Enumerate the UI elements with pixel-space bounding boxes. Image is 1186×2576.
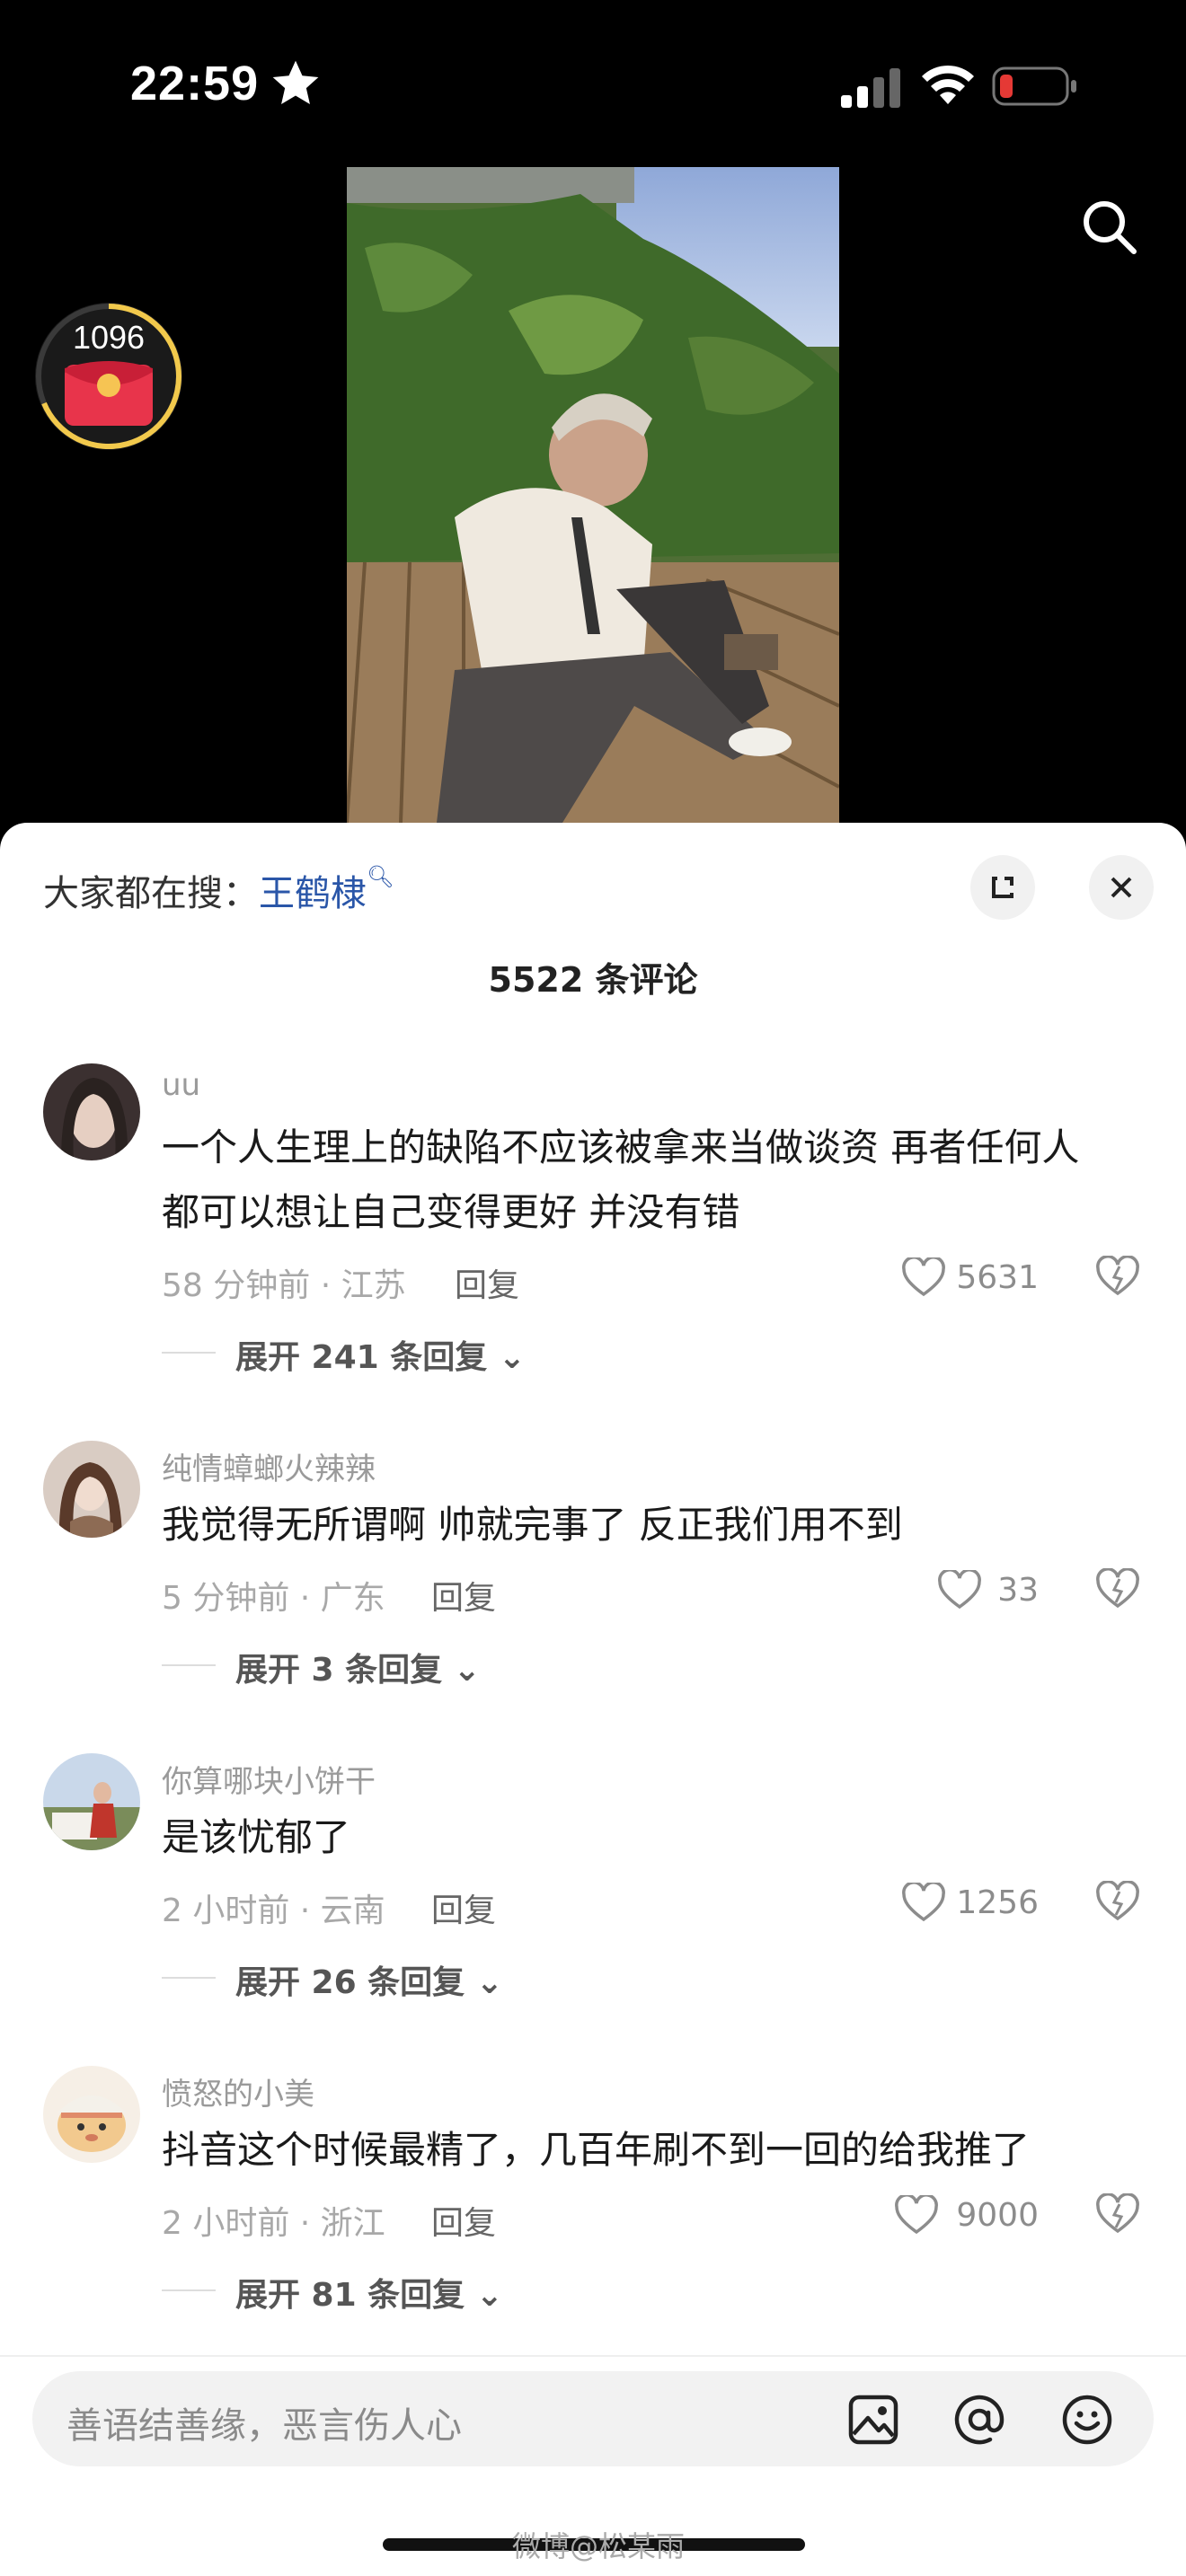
hot-search-keyword[interactable]: 王鹤棣	[259, 873, 367, 914]
like-count: 9000	[956, 2197, 1039, 2234]
status-time: 22:59	[130, 57, 260, 110]
expand-replies-label: 展开 81 条回复	[235, 2277, 465, 2314]
video-frame[interactable]	[347, 167, 839, 823]
watermark: 微博@松某雨	[512, 2529, 686, 2563]
comment-username[interactable]: 你算哪块小饼干	[162, 1757, 376, 1801]
expand-replies[interactable]: 展开 81 条回复 ⌄	[235, 2269, 503, 2316]
avatar[interactable]	[43, 1753, 140, 1850]
expand-replies[interactable]: 展开 26 条回复 ⌄	[235, 1956, 503, 2003]
comment-text: 一个人生理上的缺陷不应该被拿来当做谈资 再者任何人	[162, 1125, 1080, 1169]
comment-text: 是该忧郁了	[162, 1815, 351, 1859]
wifi-icon	[922, 65, 974, 104]
expand-replies-label: 展开 3 条回复	[235, 1652, 443, 1689]
chevron-down-icon: ⌄	[465, 2277, 503, 2314]
search-mini-icon: 🔍︎	[367, 864, 394, 889]
expand-line	[162, 1664, 216, 1666]
avatar[interactable]	[43, 2066, 140, 2163]
chevron-down-icon: ⌄	[465, 1964, 503, 2001]
like-count: 5631	[956, 1259, 1039, 1296]
close-icon	[1111, 877, 1132, 898]
close-button[interactable]	[1089, 855, 1154, 920]
hot-search[interactable]: 大家都在搜：王鹤棣🔍︎	[43, 864, 394, 916]
image-icon[interactable]	[846, 2393, 900, 2447]
comment-input-placeholder: 善语结善缘，恶言伤人心	[66, 2405, 462, 2447]
emoji-icon[interactable]	[1060, 2393, 1114, 2447]
dislike-icon[interactable]	[1096, 1256, 1139, 1297]
comment-meta: 58 分钟前 · 江苏	[162, 1267, 406, 1304]
reply-button[interactable]: 回复	[431, 1572, 496, 1619]
dislike-icon[interactable]	[1096, 1568, 1139, 1610]
chevron-down-icon: ⌄	[442, 1652, 481, 1689]
expand-button[interactable]	[970, 855, 1035, 920]
avatar[interactable]	[43, 1063, 140, 1160]
reward-count: 1096	[72, 319, 146, 356]
comment-meta: 2 小时前 · 浙江	[162, 2205, 385, 2242]
signal-icon	[841, 68, 900, 108]
input-divider	[0, 2355, 1186, 2357]
like-count: 1256	[956, 1884, 1039, 1921]
search-icon[interactable]	[1078, 196, 1139, 257]
expand-replies-label: 展开 26 条回复	[235, 1964, 465, 2001]
avatar[interactable]	[43, 1441, 140, 1538]
expand-icon	[992, 877, 1013, 898]
comment-meta: 5 分钟前 · 广东	[162, 1580, 385, 1617]
comment-text: 我觉得无所谓啊 帅就完事了 反正我们用不到	[162, 1503, 903, 1547]
comment-username[interactable]: 纯情蟑螂火辣辣	[162, 1444, 376, 1488]
comment-count-title: 5522 条评论	[488, 960, 698, 1000]
expand-line	[162, 1352, 216, 1354]
expand-replies[interactable]: 展开 3 条回复 ⌄	[235, 1644, 481, 1690]
hot-search-prefix: 大家都在搜：	[43, 873, 259, 914]
star-icon	[272, 60, 319, 104]
expand-replies-label: 展开 241 条回复	[235, 1339, 488, 1376]
comment-text-line2: 都可以想让自己变得更好 并没有错	[162, 1190, 740, 1234]
reply-button[interactable]: 回复	[431, 1884, 496, 1931]
comment-username[interactable]: 愤怒的小美	[162, 2069, 314, 2113]
expand-replies[interactable]: 展开 241 条回复 ⌄	[235, 1331, 526, 1378]
expand-line	[162, 1977, 216, 1979]
dislike-icon[interactable]	[1096, 2193, 1139, 2235]
chevron-down-icon: ⌄	[487, 1339, 526, 1376]
comment-text: 抖音这个时候最精了，几百年刷不到一回的给我推了	[162, 2128, 1031, 2172]
reply-button[interactable]: 回复	[455, 1259, 519, 1306]
like-count: 33	[997, 1572, 1039, 1609]
dislike-icon[interactable]	[1096, 1881, 1139, 1922]
video-image	[347, 167, 839, 823]
reply-button[interactable]: 回复	[431, 2197, 496, 2244]
comment-username[interactable]: uu	[162, 1067, 200, 1103]
mention-icon[interactable]	[952, 2393, 1006, 2447]
expand-line	[162, 2289, 216, 2291]
comment-meta: 2 小时前 · 云南	[162, 1892, 385, 1929]
battery-icon	[992, 66, 1076, 106]
